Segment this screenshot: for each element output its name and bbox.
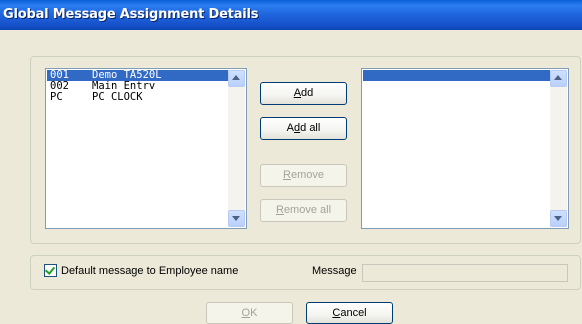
default-to-employee-checkbox[interactable]: [44, 264, 57, 277]
chevron-down-icon: [232, 216, 240, 221]
add-all-button[interactable]: Add all: [260, 117, 347, 140]
list-item[interactable]: [363, 70, 550, 81]
available-messages-list[interactable]: 001 Demo TA520L 002 Main Entrv PC PC CLOCK: [45, 68, 247, 229]
chevron-up-icon: [232, 75, 240, 80]
window-title: Global Message Assignment Details: [3, 7, 259, 22]
ok-button[interactable]: OK: [206, 302, 293, 324]
chevron-up-icon: [554, 75, 562, 80]
remove-all-button[interactable]: Remove all: [260, 199, 347, 222]
remove-button[interactable]: Remove: [260, 164, 347, 187]
cancel-button[interactable]: Cancel: [306, 302, 393, 324]
dialog-window: Global Message Assignment Details 001 Dem…: [0, 0, 582, 324]
assigned-messages-list[interactable]: [361, 68, 569, 229]
scroll-down-button[interactable]: [550, 210, 567, 227]
scroll-up-button[interactable]: [550, 70, 567, 87]
default-to-employee-label: Default message to Employee name: [61, 265, 239, 277]
add-button[interactable]: Add: [260, 82, 347, 105]
title-bar[interactable]: Global Message Assignment Details: [0, 0, 582, 30]
list-item[interactable]: PC PC CLOCK: [47, 92, 228, 103]
checkmark-icon: [44, 264, 56, 275]
message-field[interactable]: [362, 264, 568, 282]
available-list-scrollbar[interactable]: [228, 70, 245, 227]
assigned-list-scrollbar[interactable]: [550, 70, 567, 227]
chevron-down-icon: [554, 216, 562, 221]
message-label: Message: [312, 265, 357, 277]
scroll-down-button[interactable]: [228, 210, 245, 227]
scroll-up-button[interactable]: [228, 70, 245, 87]
